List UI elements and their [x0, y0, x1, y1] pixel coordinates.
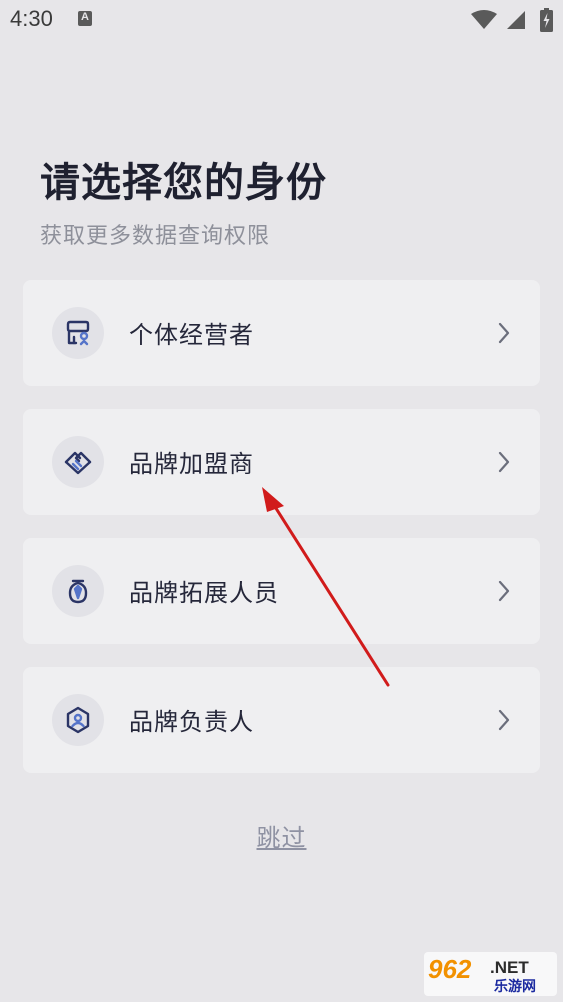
watermark-sub-text: 乐游网 [494, 979, 536, 995]
store-icon [66, 320, 90, 346]
role-icon-circle [52, 694, 104, 746]
role-label: 个体经营者 [129, 321, 254, 349]
chevron-right-icon [498, 709, 510, 731]
tie-badge-icon [68, 579, 88, 604]
battery-icon [540, 8, 553, 32]
status-bar: 4:30 [0, 0, 563, 40]
signal-icon [507, 11, 525, 29]
role-selection-screen: 4:30 请选择您的身份 获取更多数据查询权限 [0, 0, 563, 1002]
role-card-individual-operator[interactable]: 个体经营者 [23, 280, 540, 386]
skip-link[interactable]: 跳过 [0, 818, 563, 853]
hexagon-user-icon [66, 706, 90, 734]
page-title: 请选择您的身份 [40, 160, 327, 206]
a-notification-icon [78, 11, 92, 26]
watermark-net-text: .NET [490, 958, 529, 977]
status-time: 4:30 [10, 6, 53, 31]
site-watermark-logo: 962 .NET 乐游网 [424, 952, 557, 996]
role-icon-circle [52, 565, 104, 617]
chevron-right-icon [498, 322, 510, 344]
handshake-icon [64, 451, 92, 475]
role-label: 品牌加盟商 [129, 450, 254, 478]
red-annotation-arrow-icon [262, 487, 390, 687]
chevron-right-icon [498, 451, 510, 473]
role-icon-circle [52, 307, 104, 359]
role-label: 品牌负责人 [129, 708, 254, 736]
watermark-main-text: 962 [428, 954, 472, 984]
wifi-icon [471, 10, 497, 29]
page-subtitle: 获取更多数据查询权限 [40, 224, 271, 249]
role-icon-circle [52, 436, 104, 488]
chevron-right-icon [498, 580, 510, 602]
